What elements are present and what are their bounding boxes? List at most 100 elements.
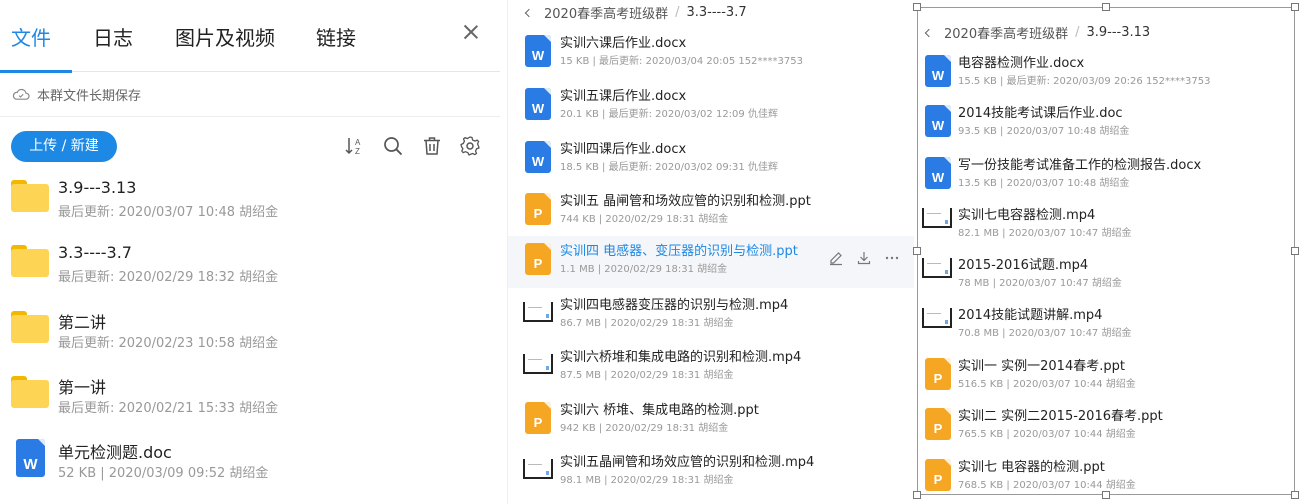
resize-handle-bottom[interactable] — [1102, 491, 1110, 499]
list-item[interactable]: 第二讲 最后更新: 2020/02/23 10:58 胡绍金 — [0, 309, 500, 373]
file-name: 实训六课后作业.docx — [560, 36, 687, 51]
file-meta: 93.5 KB | 2020/03/07 10:48 胡绍金 — [958, 126, 1130, 137]
breadcrumb: 2020春季高考班级群 / 3.3----3.7 — [524, 3, 747, 22]
file-meta: 744 KB | 2020/02/29 18:31 胡绍金 — [560, 214, 729, 225]
file-name: 实训五 晶闸管和场效应管的识别和检测.ppt — [560, 194, 811, 209]
sort-az-icon[interactable]: A Z — [343, 134, 367, 158]
ppt-file-icon: P — [925, 408, 951, 440]
list-item[interactable]: P 实训六 桥堆、集成电路的检测.ppt 942 KB | 2020/02/29… — [508, 395, 914, 447]
gear-icon[interactable] — [458, 134, 482, 158]
file-name: 实训七 电容器的检测.ppt — [958, 460, 1105, 475]
file-name: 写一份技能考试准备工作的检测报告.docx — [958, 158, 1202, 173]
list-item[interactable]: P 实训一 实例一2014春考.ppt 516.5 KB | 2020/03/0… — [918, 353, 1294, 403]
list-item[interactable]: 3.3----3.7 最后更新: 2020/02/29 18:32 胡绍金 — [0, 243, 500, 307]
list-item[interactable]: 3.9---3.13 最后更新: 2020/03/07 10:48 胡绍金 — [0, 178, 500, 242]
file-type-letter: W — [531, 101, 545, 116]
resize-handle-left[interactable] — [913, 247, 921, 255]
breadcrumb-separator: / — [675, 5, 680, 20]
file-name: 第二讲 — [58, 313, 107, 332]
group-files-panel: 文件 日志 图片及视频 链接 本群文件长期保存 上传 / 新建 A Z 3.9-… — [0, 0, 500, 504]
file-meta: 最后更新: 2020/03/07 10:48 胡绍金 — [58, 205, 279, 220]
list-item[interactable]: W 单元检测题.doc 52 KB | 2020/03/09 09:52 胡绍金 — [0, 439, 500, 503]
upload-new-button[interactable]: 上传 / 新建 — [11, 131, 117, 162]
list-item[interactable]: W 实训六课后作业.docx 15 KB | 最后更新: 2020/03/04 … — [508, 28, 914, 80]
video-thumbnail-icon — [922, 258, 952, 278]
download-icon[interactable] — [856, 250, 872, 266]
back-chevron-icon[interactable] — [924, 28, 934, 37]
file-name: 第一讲 — [58, 378, 107, 397]
file-meta: 15 KB | 最后更新: 2020/03/04 20:05 152****37… — [560, 56, 803, 67]
breadcrumb-separator: / — [1075, 25, 1080, 40]
file-meta: 86.7 MB | 2020/02/29 18:31 胡绍金 — [560, 318, 734, 329]
file-meta: 82.1 MB | 2020/03/07 10:47 胡绍金 — [958, 228, 1132, 239]
list-item[interactable]: W 实训四课后作业.docx 18.5 KB | 最后更新: 2020/03/0… — [508, 134, 914, 186]
file-type-letter: P — [933, 421, 943, 436]
list-item[interactable]: 实训四电感器变压器的识别与检测.mp4 86.7 MB | 2020/02/29… — [508, 290, 914, 342]
file-type-letter: P — [533, 415, 543, 430]
search-icon[interactable] — [381, 134, 405, 158]
list-item[interactable]: 实训五晶闸管和场效应管的识别和检测.mp4 98.1 MB | 2020/02/… — [508, 447, 914, 499]
storage-notice: 本群文件长期保存 — [12, 84, 141, 104]
list-item-hovered[interactable]: P 实训四 电感器、变压器的识别与检测.ppt 1.1 MB | 2020/02… — [508, 236, 914, 288]
file-type-letter: W — [531, 154, 545, 169]
edit-icon[interactable] — [828, 250, 844, 266]
file-type-letter: W — [23, 456, 38, 473]
folder-view-panel-3-3: 2020春季高考班级群 / 3.3----3.7 W 实训六课后作业.docx … — [507, 0, 914, 504]
list-item[interactable]: 实训七电容器检测.mp4 82.1 MB | 2020/03/07 10:47 … — [918, 202, 1294, 252]
divider — [0, 116, 500, 117]
list-item[interactable]: W 电容器检测作业.docx 15.5 KB | 最后更新: 2020/03/0… — [918, 50, 1294, 100]
file-name: 2015-2016试题.mp4 — [958, 258, 1089, 273]
breadcrumb-root[interactable]: 2020春季高考班级群 — [544, 3, 668, 22]
file-type-letter: W — [931, 170, 945, 185]
file-name: 电容器检测作业.docx — [958, 56, 1085, 71]
resize-handle-top-right[interactable] — [1291, 3, 1299, 11]
file-name: 实训四课后作业.docx — [560, 142, 687, 157]
video-thumbnail-icon — [922, 208, 952, 228]
word-file-icon: W — [525, 88, 551, 120]
file-meta: 20.1 KB | 最后更新: 2020/03/02 12:09 仇佳辉 — [560, 109, 778, 120]
list-item[interactable]: 2015-2016试题.mp4 78 MB | 2020/03/07 10:47… — [918, 252, 1294, 302]
resize-handle-right[interactable] — [1291, 247, 1299, 255]
list-item[interactable]: P 实训二 实例二2015-2016春考.ppt 765.5 KB | 2020… — [918, 403, 1294, 453]
list-item[interactable]: W 2014技能考试课后作业.doc 93.5 KB | 2020/03/07 … — [918, 100, 1294, 150]
ppt-file-icon: P — [525, 402, 551, 434]
tab-log[interactable]: 日志 — [93, 22, 133, 51]
list-item[interactable]: W 写一份技能考试准备工作的检测报告.docx 13.5 KB | 2020/0… — [918, 152, 1294, 202]
resize-handle-top-left[interactable] — [913, 3, 921, 11]
video-thumbnail-icon — [523, 459, 553, 479]
more-icon[interactable] — [884, 250, 900, 266]
resize-handle-bottom-left[interactable] — [913, 491, 921, 499]
tab-links[interactable]: 链接 — [316, 22, 356, 51]
list-item[interactable]: W 实训五课后作业.docx 20.1 KB | 最后更新: 2020/03/0… — [508, 81, 914, 133]
list-item[interactable]: P 实训五 晶闸管和场效应管的识别和检测.ppt 744 KB | 2020/0… — [508, 186, 914, 238]
ppt-file-icon: P — [925, 459, 951, 491]
file-name: 实训六桥堆和集成电路的识别和检测.mp4 — [560, 350, 802, 365]
file-name: 实训四 电感器、变压器的识别与检测.ppt — [560, 244, 798, 259]
tab-files[interactable]: 文件 — [11, 22, 51, 51]
file-name: 2014技能试题讲解.mp4 — [958, 308, 1103, 323]
file-meta: 516.5 KB | 2020/03/07 10:44 胡绍金 — [958, 379, 1136, 390]
file-meta: 765.5 KB | 2020/03/07 10:44 胡绍金 — [958, 429, 1136, 440]
resize-handle-bottom-right[interactable] — [1291, 491, 1299, 499]
back-chevron-icon[interactable] — [524, 8, 534, 17]
file-name: 实训六 桥堆、集成电路的检测.ppt — [560, 403, 759, 418]
svg-text:A: A — [355, 138, 361, 147]
active-tab-indicator — [0, 70, 72, 73]
folder-view-panel-3-9-selected[interactable]: 2020春季高考班级群 / 3.9---3.13 W 电容器检测作业.docx … — [917, 7, 1295, 495]
word-file-icon: W — [925, 157, 951, 189]
file-meta: 78 MB | 2020/03/07 10:47 胡绍金 — [958, 278, 1122, 289]
resize-handle-top[interactable] — [1102, 3, 1110, 11]
list-item[interactable]: 第一讲 最后更新: 2020/02/21 15:33 胡绍金 — [0, 374, 500, 438]
breadcrumb-root[interactable]: 2020春季高考班级群 — [944, 23, 1068, 42]
file-meta: 87.5 MB | 2020/02/29 18:31 胡绍金 — [560, 370, 734, 381]
list-item[interactable]: 2014技能试题讲解.mp4 70.8 MB | 2020/03/07 10:4… — [918, 302, 1294, 352]
word-file-icon: W — [925, 55, 951, 87]
ppt-file-icon: P — [525, 193, 551, 225]
file-type-letter: W — [531, 48, 545, 63]
file-name: 实训二 实例二2015-2016春考.ppt — [958, 409, 1163, 424]
tab-photos-videos[interactable]: 图片及视频 — [175, 22, 275, 51]
close-icon[interactable] — [461, 22, 481, 42]
trash-icon[interactable] — [420, 134, 444, 158]
breadcrumb-current: 3.9---3.13 — [1086, 25, 1151, 40]
list-item[interactable]: 实训六桥堆和集成电路的识别和检测.mp4 87.5 MB | 2020/02/2… — [508, 342, 914, 394]
